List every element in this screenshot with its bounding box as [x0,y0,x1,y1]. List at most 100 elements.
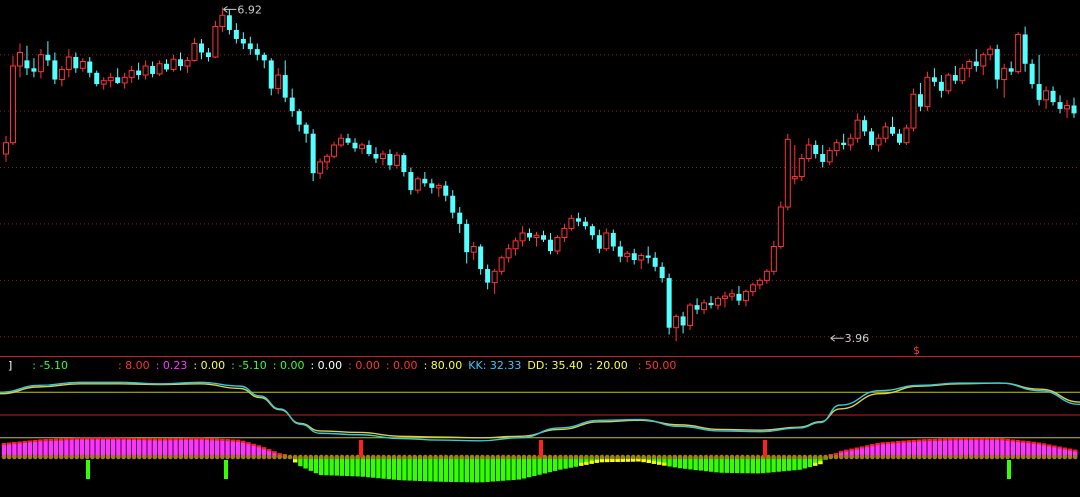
legend-item: : 20.00 [589,359,628,372]
candle-body [813,144,819,155]
histogram-dot [396,454,402,460]
candle-body [178,59,184,67]
histogram-bar-tip [1031,441,1036,444]
candle-body [924,76,931,108]
histogram-dot [870,454,875,460]
histogram-bar-tip [1047,444,1052,447]
histogram-bar [69,438,74,460]
histogram-bar [1036,442,1042,460]
candle-body [310,133,316,174]
candle-body [756,279,763,286]
histogram-bar-tip [932,438,937,441]
histogram-bar-positive [932,438,937,457]
histogram-bar [599,454,605,463]
histogram-bar [339,454,345,476]
histogram-dot [1036,454,1042,460]
candle-body [1029,63,1035,85]
candle-body [275,74,282,90]
histogram-bar-tip [584,461,589,465]
histogram-dot [963,454,969,460]
histogram-bar-positive [137,438,142,457]
histogram-bar [911,439,917,460]
histogram-dot [131,454,137,460]
legend-item: : 80.00 [423,359,463,372]
histogram-bar-tip [204,438,209,441]
histogram-bar-tip [152,438,157,441]
candle-body [414,178,421,191]
candle-body [890,126,896,134]
histogram-dot [1026,454,1031,460]
candle-body [142,65,149,76]
histogram-dot [272,454,277,460]
candle-body [422,178,428,184]
candle-body [331,144,338,157]
histogram-bar [677,454,683,469]
histogram-bar-tip [1052,445,1057,448]
candle-body [73,57,79,69]
histogram-bar [651,454,657,464]
histogram-bar-negative [412,457,417,481]
candle-body [869,131,875,145]
histogram-bar [989,438,995,460]
candle [798,154,805,182]
histogram-dot [771,454,776,460]
histogram-bar [916,439,922,460]
candle-body [666,278,672,328]
legend-item: KK: 32.33 [468,359,522,372]
histogram-dot [584,454,589,460]
candle-body [770,245,777,272]
candle [777,201,784,249]
histogram-dot [329,454,334,460]
histogram-bar-positive [126,437,131,457]
candle-body [987,48,994,56]
histogram-dot [48,454,54,460]
histogram-bar-negative [511,457,516,480]
histogram-dot [989,454,995,460]
histogram-bar-tip [220,438,225,441]
candle-body [401,155,407,173]
histogram-bar [740,454,745,474]
histogram-bar [792,454,797,471]
candle-body [261,54,267,61]
histogram-dot [656,454,662,460]
candle-body [945,74,952,92]
histogram-bar [152,438,158,460]
histogram-bar [214,438,220,460]
histogram-dot [828,454,834,460]
histogram-dot [95,454,100,460]
histogram-bar-tip [199,437,204,440]
legend-item: : 0.00 [385,359,418,372]
histogram-bar-tip [651,460,657,464]
histogram-bar-tip [147,438,152,441]
candle-body [65,56,72,70]
histogram-dot [277,454,282,460]
histogram-dot [1062,454,1068,460]
legend-item: ] [8,359,13,372]
histogram-bar [376,454,381,479]
histogram-bar [454,454,459,483]
histogram-dot [428,454,433,460]
candle-body [352,142,358,149]
legend-item: : 0.00 [348,359,380,372]
histogram-bar-negative [350,457,355,477]
histogram-bar [1,443,7,460]
candle-body [247,43,253,50]
histogram-dot [786,454,792,460]
histogram-dot [1041,454,1047,460]
histogram-bar-negative [475,457,480,483]
histogram-dot [558,454,563,460]
histogram-dot [100,454,106,460]
histogram-bar [1057,446,1062,460]
candle-body [240,38,246,44]
candle-body [826,150,833,163]
histogram-bar [708,454,714,472]
histogram-bar-tip [974,438,979,441]
histogram-bar-negative [324,457,329,476]
histogram-dot [402,454,407,460]
histogram-dot [287,454,293,460]
histogram-bar-positive [995,438,1000,457]
histogram-bar [568,454,574,468]
histogram-dot [74,454,80,460]
histogram-bar-positive [74,437,79,457]
histogram-bar-positive [1026,441,1031,457]
